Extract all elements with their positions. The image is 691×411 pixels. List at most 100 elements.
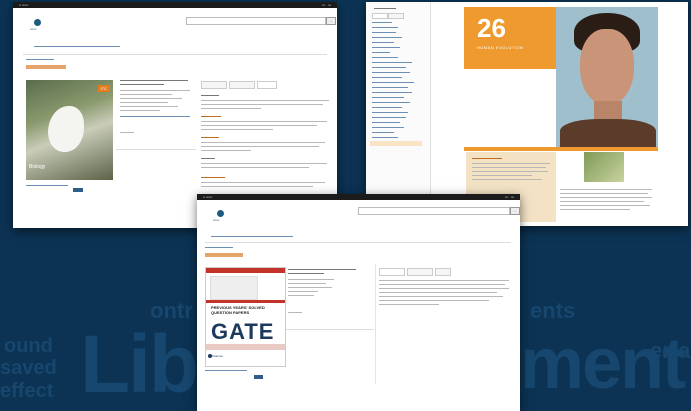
tab-contents[interactable]	[229, 81, 255, 89]
toc-item[interactable]	[372, 77, 402, 78]
search-button[interactable]: ›	[510, 207, 520, 215]
book-metadata	[120, 98, 182, 99]
toc-item[interactable]	[372, 117, 406, 118]
background-word: saved	[0, 357, 57, 379]
book-metadata	[120, 102, 168, 103]
review-text	[201, 150, 251, 151]
tab-contents[interactable]	[407, 268, 433, 276]
book-metadata	[120, 90, 190, 91]
description-text	[379, 304, 439, 305]
tab-reviews[interactable]	[257, 81, 277, 89]
breadcrumb[interactable]	[205, 247, 233, 248]
account-links[interactable]: ▪▪▪ ▪▪▪	[505, 194, 514, 200]
top-navigation-bar: ▪▪ ▪▪▪▪▪▪ ▪▪▪ ▪▪▪	[13, 2, 337, 8]
toc-item[interactable]	[372, 32, 396, 33]
book-cover-image[interactable]: PREVIOUS YEARS' SOLVED QUESTION PAPERS G…	[205, 267, 286, 367]
read-online-link[interactable]	[205, 370, 247, 371]
toc-item[interactable]	[372, 47, 400, 48]
background-word: effect	[0, 380, 54, 402]
library-logo-icon[interactable]	[217, 210, 224, 217]
toc-tab[interactable]	[388, 13, 404, 19]
cover-red-band	[206, 300, 285, 303]
book-metadata	[288, 291, 318, 292]
review-text	[201, 125, 317, 126]
toc-item[interactable]	[372, 27, 398, 28]
tab-details[interactable]	[201, 81, 227, 89]
review-text	[201, 104, 323, 105]
body-text	[560, 193, 648, 194]
library-logo-icon[interactable]	[34, 19, 41, 26]
toc-item[interactable]	[372, 57, 398, 58]
review-text	[201, 108, 261, 109]
background-word: ound	[4, 335, 53, 357]
toc-sidebar	[366, 2, 431, 226]
toc-item[interactable]	[372, 82, 414, 83]
toc-item[interactable]	[372, 22, 392, 23]
account-links[interactable]: ▪▪▪ ▪▪▪	[322, 2, 331, 8]
catalog-screenshot-2: ▪▪ ▪▪▪▪▪▪ ▪▪▪ ▪▪▪ ▪▪▪▪▪▪ › PREVIOUS YEAR…	[197, 194, 520, 411]
book-metadata	[288, 279, 334, 280]
description-text	[379, 296, 503, 297]
ebook-reader-screenshot: 26 HUMAN EVOLUTION	[366, 2, 688, 226]
toc-item[interactable]	[372, 52, 390, 53]
cover-subtitle-band	[206, 344, 285, 350]
page-title	[205, 253, 243, 257]
search-input[interactable]	[358, 207, 510, 215]
toc-item[interactable]	[372, 72, 410, 73]
review-text	[201, 142, 325, 143]
toc-item[interactable]	[372, 42, 394, 43]
page-title	[26, 65, 66, 69]
toc-item[interactable]	[372, 92, 412, 93]
search-input[interactable]	[186, 17, 326, 25]
toc-item[interactable]	[372, 102, 410, 103]
cover-bird-shape	[48, 106, 84, 152]
book-title	[288, 273, 324, 274]
toc-header	[374, 8, 396, 9]
breadcrumb-link[interactable]	[34, 46, 120, 47]
book-metadata	[288, 287, 332, 288]
toc-item[interactable]	[372, 112, 408, 113]
cover-publisher: Pearson	[212, 354, 224, 358]
toc-item[interactable]	[372, 67, 406, 68]
body-text	[560, 197, 652, 198]
column-divider	[375, 264, 376, 384]
subject-link[interactable]	[120, 116, 190, 117]
book-metadata	[120, 132, 134, 133]
book-cover-image[interactable]: ITC Biology	[26, 80, 113, 180]
book-metadata	[120, 106, 178, 107]
toc-item[interactable]	[372, 37, 402, 38]
breadcrumb-link[interactable]	[211, 236, 293, 237]
toc-item[interactable]	[372, 132, 394, 133]
book-metadata	[288, 312, 302, 313]
book-metadata	[120, 94, 172, 95]
toc-item[interactable]	[372, 97, 404, 98]
toc-item[interactable]	[372, 137, 398, 138]
review-heading	[201, 95, 219, 96]
toc-item[interactable]	[372, 107, 402, 108]
review-text	[201, 146, 319, 147]
toc-selected-item[interactable]	[370, 141, 422, 146]
chapter-number: 26	[477, 13, 506, 43]
search-button[interactable]: ›	[326, 17, 336, 25]
toc-item[interactable]	[372, 127, 404, 128]
toc-item[interactable]	[372, 62, 412, 63]
description-text	[379, 288, 509, 289]
toc-item[interactable]	[372, 122, 400, 123]
nav-links[interactable]: ▪▪ ▪▪▪▪▪▪	[203, 194, 212, 200]
nav-links[interactable]: ▪▪ ▪▪▪▪▪▪	[19, 2, 28, 8]
review-text	[201, 186, 313, 187]
portrait-shoulders	[560, 119, 656, 147]
toc-item[interactable]	[372, 87, 408, 88]
read-online-link[interactable]	[26, 185, 68, 186]
borrow-button[interactable]	[254, 375, 263, 379]
cover-top-bar	[206, 268, 285, 273]
tab-reviews[interactable]	[435, 268, 451, 276]
chapter-caption-bar	[464, 147, 658, 151]
borrow-button[interactable]	[73, 188, 83, 192]
breadcrumb[interactable]	[26, 59, 54, 60]
book-title	[120, 80, 188, 81]
library-logo-text: ▪▪▪▪▪▪	[213, 218, 220, 222]
tab-details[interactable]	[379, 268, 405, 276]
toc-tab[interactable]	[372, 13, 388, 19]
background-word: erta	[650, 338, 691, 363]
